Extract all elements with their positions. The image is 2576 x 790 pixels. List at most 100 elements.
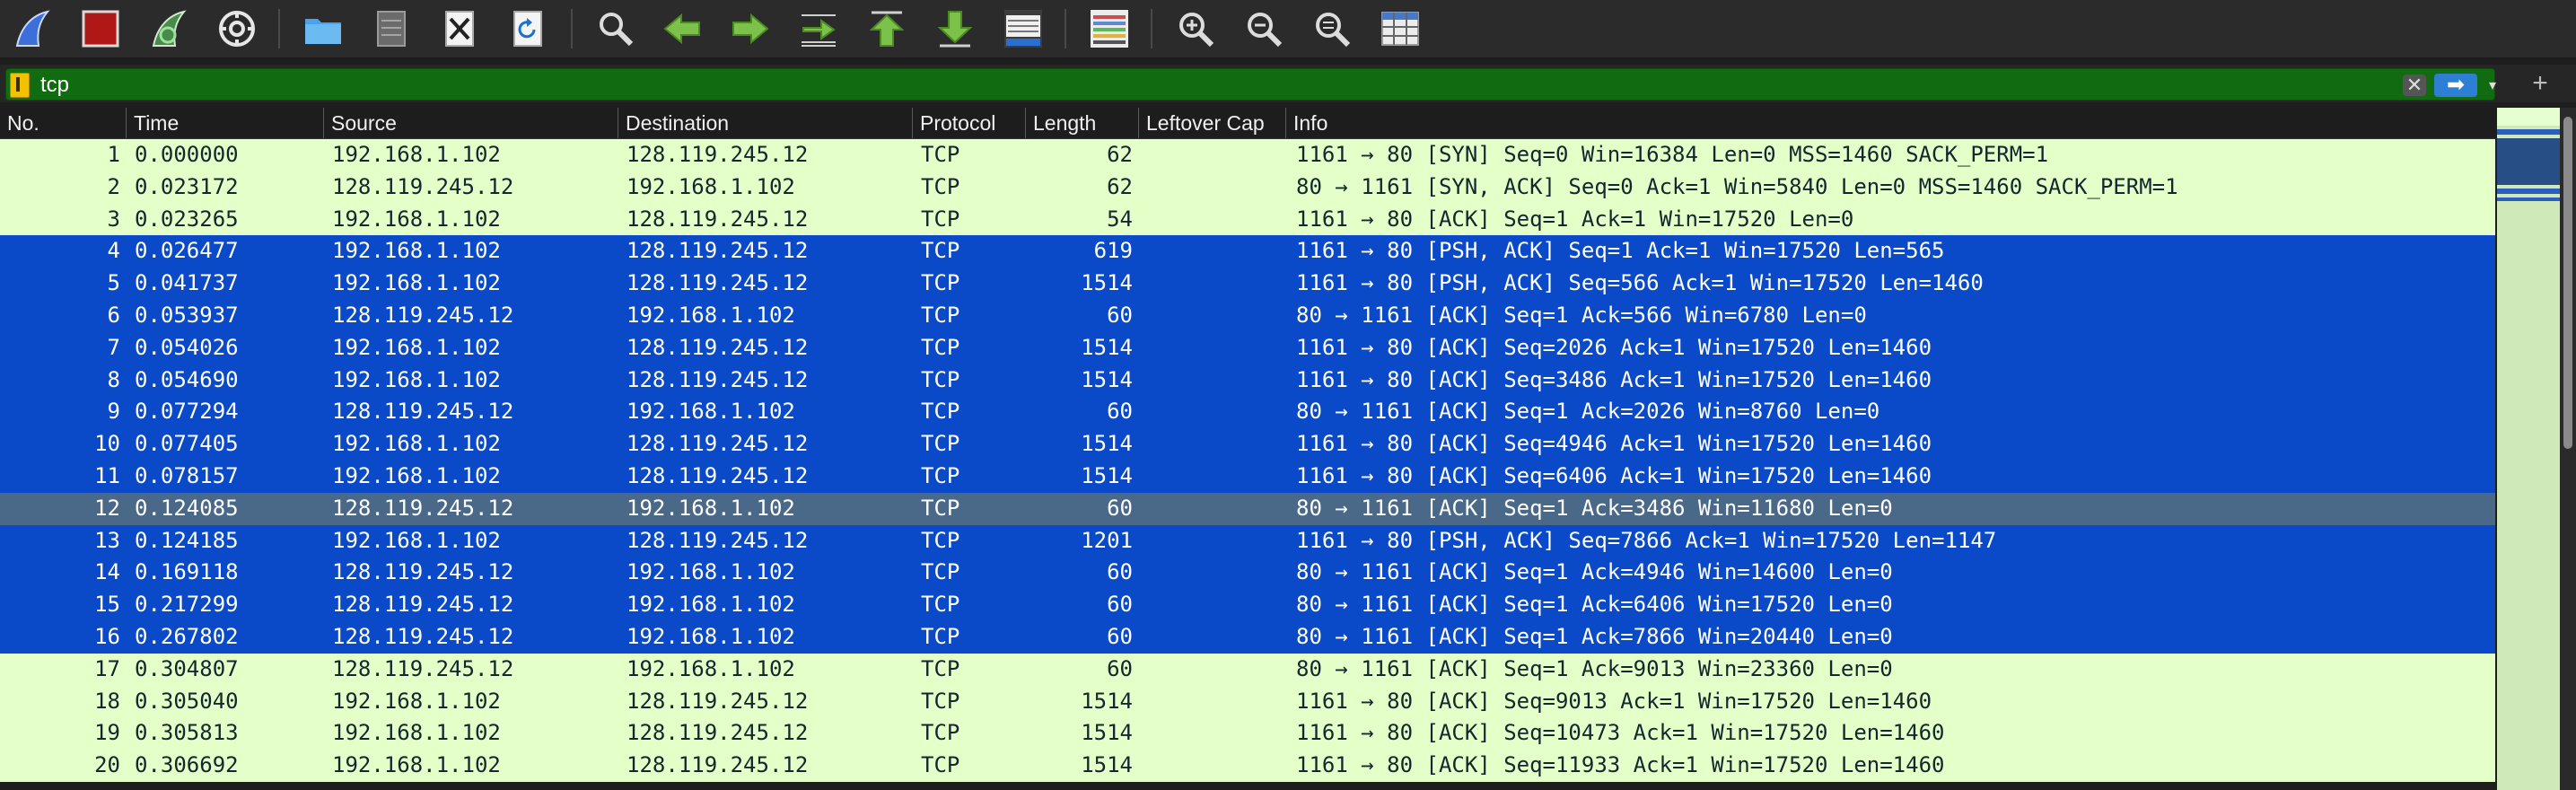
capture-options-button[interactable]: [214, 5, 260, 52]
packet-cell-source: 128.119.245.12: [332, 623, 514, 649]
display-filter-input[interactable]: tcp ✕ ➡ ▾: [5, 68, 2496, 101]
packet-cell-length: 1514: [1081, 366, 1133, 392]
packet-cell-no: 2: [107, 173, 120, 199]
column-header-time[interactable]: Time: [126, 108, 323, 138]
packet-cell-no: 19: [94, 720, 120, 746]
go-to-packet-button[interactable]: [795, 5, 842, 52]
packet-cell-leftover: [1142, 171, 1285, 204]
column-header-destination[interactable]: Destination: [618, 108, 912, 138]
packet-cell-no: 6: [107, 302, 120, 328]
colorize-button[interactable]: [1086, 5, 1133, 52]
packet-cell-no: 16: [94, 623, 120, 649]
packet-cell-source: 192.168.1.102: [332, 238, 501, 264]
column-header-no[interactable]: No.: [0, 108, 126, 138]
open-file-button[interactable]: [300, 5, 346, 52]
packet-row[interactable]: 2 0.023172 128.119.245.12 192.168.1.102 TCP 6…: [0, 171, 2495, 204]
restart-capture-button[interactable]: [145, 5, 192, 52]
packet-cell-source: 192.168.1.102: [332, 527, 501, 553]
packet-row[interactable]: 14 0.169118 128.119.245.12 192.168.1.102 TCP…: [0, 557, 2495, 590]
find-packet-button[interactable]: [592, 5, 639, 52]
autoscroll-button[interactable]: [1000, 5, 1047, 52]
packet-row[interactable]: 15 0.217299 128.119.245.12 192.168.1.102 TCP…: [0, 589, 2495, 621]
packet-row[interactable]: 8 0.054690 192.168.1.102 128.119.245.12 TCP 1…: [0, 364, 2495, 397]
packet-cell-time: 0.304807: [135, 655, 239, 681]
clear-filter-button[interactable]: ✕: [2403, 75, 2426, 96]
recent-filters-dropdown[interactable]: ▾: [2484, 75, 2502, 96]
packet-row[interactable]: 3 0.023265 192.168.1.102 128.119.245.12 TCP 5…: [0, 203, 2495, 236]
column-header-source[interactable]: Source: [323, 108, 618, 138]
packet-cell-time: 0.267802: [135, 623, 239, 649]
packet-cell-info: 1161 → 80 [ACK] Seq=4946 Ack=1 Win=17520…: [1296, 431, 1932, 457]
packet-row[interactable]: 11 0.078157 192.168.1.102 128.119.245.12 TCP…: [0, 460, 2495, 493]
scrollbar-thumb[interactable]: [2563, 117, 2572, 449]
packet-row[interactable]: 13 0.124185 192.168.1.102 128.119.245.12 TCP…: [0, 524, 2495, 557]
start-capture-button[interactable]: [9, 5, 56, 52]
zoom-in-button[interactable]: [1172, 5, 1219, 52]
packet-cell-length: 1514: [1081, 334, 1133, 360]
column-header-protocol[interactable]: Protocol: [912, 108, 1025, 138]
packet-row[interactable]: 12 0.124085 128.119.245.12 192.168.1.102 TCP…: [0, 492, 2495, 525]
packet-row[interactable]: 18 0.305040 192.168.1.102 128.119.245.12 TCP…: [0, 685, 2495, 718]
packet-cell-protocol: TCP: [921, 334, 960, 360]
packet-row[interactable]: 7 0.054026 192.168.1.102 128.119.245.12 TCP 1…: [0, 331, 2495, 364]
packet-cell-destination: 128.119.245.12: [626, 688, 809, 714]
packet-list[interactable]: 1 0.000000 192.168.1.102 128.119.245.12 TCP 6…: [0, 139, 2495, 790]
stop-capture-button[interactable]: [77, 5, 124, 52]
packet-cell-time: 0.305040: [135, 688, 239, 714]
close-file-icon: [445, 11, 474, 47]
packet-row[interactable]: 4 0.026477 192.168.1.102 128.119.245.12 TCP 6…: [0, 235, 2495, 268]
packet-cell-source: 192.168.1.102: [332, 142, 501, 167]
find-packet-icon: [600, 13, 634, 47]
apply-filter-button[interactable]: ➡: [2434, 74, 2477, 97]
go-back-button[interactable]: [659, 5, 705, 52]
column-header-leftover[interactable]: Leftover Cap: [1138, 108, 1285, 138]
packet-cell-length: 1514: [1081, 462, 1133, 488]
packet-cell-info: 80 → 1161 [ACK] Seq=1 Ack=4946 Win=14600…: [1296, 559, 1893, 585]
packet-row[interactable]: 16 0.267802 128.119.245.12 192.168.1.102 TCP…: [0, 620, 2495, 654]
packet-cell-source: 128.119.245.12: [332, 559, 514, 585]
packet-cell-info: 1161 → 80 [ACK] Seq=9013 Ack=1 Win=17520…: [1296, 688, 1932, 714]
packet-row[interactable]: 5 0.041737 192.168.1.102 128.119.245.12 TCP 1…: [0, 268, 2495, 300]
packet-minimap[interactable]: [2497, 108, 2560, 790]
packet-row[interactable]: 10 0.077405 192.168.1.102 128.119.245.12 TCP…: [0, 428, 2495, 461]
capture-options-icon: [219, 11, 255, 47]
packet-cell-source: 192.168.1.102: [332, 334, 501, 360]
main-toolbar: [0, 0, 2576, 58]
column-header-length[interactable]: Length: [1025, 108, 1138, 138]
packet-cell-source: 192.168.1.102: [332, 206, 501, 232]
packet-cell-leftover: [1142, 621, 1285, 654]
packet-cell-length: 60: [1107, 623, 1133, 649]
go-first-packet-button[interactable]: [863, 5, 910, 52]
packet-cell-protocol: TCP: [921, 302, 960, 328]
packet-cell-protocol: TCP: [921, 206, 960, 232]
packet-cell-time: 0.124085: [135, 495, 239, 521]
close-file-button[interactable]: [436, 5, 483, 52]
packet-cell-no: 4: [107, 238, 120, 264]
packet-cell-no: 1: [107, 142, 120, 167]
go-last-packet-button[interactable]: [932, 5, 978, 52]
packet-row[interactable]: 1 0.000000 192.168.1.102 128.119.245.12 TCP 6…: [0, 139, 2495, 171]
packet-cell-no: 10: [94, 431, 120, 457]
vertical-scrollbar[interactable]: [2560, 108, 2576, 790]
add-filter-button[interactable]: +: [2527, 68, 2554, 99]
go-forward-button[interactable]: [727, 5, 774, 52]
packet-row[interactable]: 9 0.077294 128.119.245.12 192.168.1.102 TCP 6…: [0, 396, 2495, 429]
packet-row[interactable]: 17 0.304807 128.119.245.12 192.168.1.102 TCP…: [0, 653, 2495, 686]
packet-cell-protocol: TCP: [921, 527, 960, 553]
save-file-button[interactable]: [368, 5, 415, 52]
packet-row[interactable]: 19 0.305813 192.168.1.102 128.119.245.12 TCP…: [0, 717, 2495, 750]
resize-columns-button[interactable]: [1377, 5, 1424, 52]
filter-bookmark-icon[interactable]: [10, 73, 30, 98]
packet-cell-leftover: [1142, 750, 1285, 782]
packet-row[interactable]: 6 0.053937 128.119.245.12 192.168.1.102 TCP 6…: [0, 299, 2495, 332]
packet-cell-length: 62: [1107, 142, 1133, 167]
display-filter-text[interactable]: tcp: [40, 73, 69, 98]
packet-cell-time: 0.023172: [135, 173, 239, 199]
packet-cell-time: 0.077405: [135, 431, 239, 457]
packet-cell-no: 17: [94, 655, 120, 681]
packet-row[interactable]: 20 0.306692 192.168.1.102 128.119.245.12 TCP…: [0, 750, 2495, 782]
reload-file-button[interactable]: [504, 5, 551, 52]
column-header-info[interactable]: Info: [1285, 108, 2495, 138]
zoom-out-button[interactable]: [1240, 5, 1287, 52]
zoom-normal-button[interactable]: [1309, 5, 1355, 52]
